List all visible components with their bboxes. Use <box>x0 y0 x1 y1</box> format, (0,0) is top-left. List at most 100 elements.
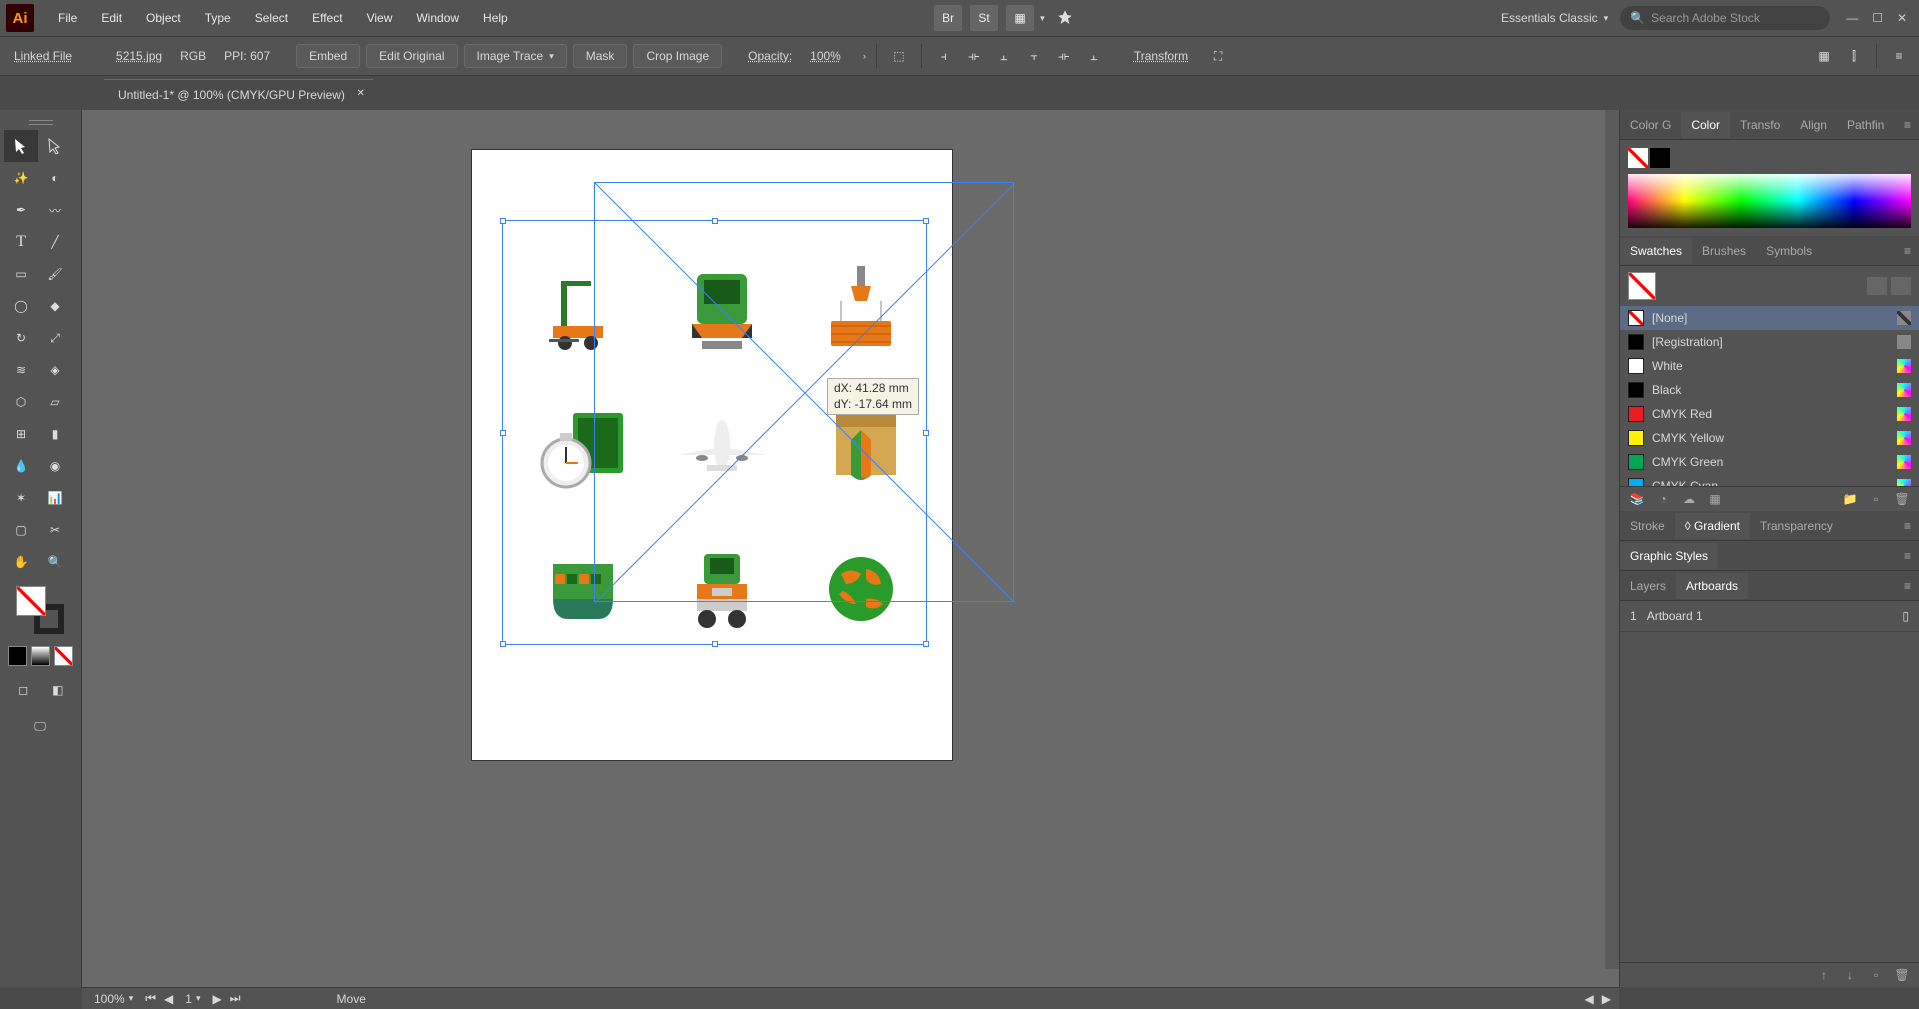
align-left-icon[interactable]: ⫞ <box>932 44 956 68</box>
shape-builder-tool[interactable]: ⬡ <box>4 386 38 418</box>
swatch-row[interactable]: CMYK Cyan <box>1620 474 1919 486</box>
tab-symbols[interactable]: Symbols <box>1756 238 1822 264</box>
transform-icon[interactable]: ⛶ <box>1206 44 1230 68</box>
fill-color-chip[interactable] <box>1628 148 1648 168</box>
swatch-row[interactable]: [None] <box>1620 306 1919 330</box>
menu-help[interactable]: Help <box>471 5 520 31</box>
blend-tool[interactable]: ◉ <box>38 450 72 482</box>
tab-align[interactable]: Align <box>1790 112 1837 138</box>
mask-button[interactable]: Mask <box>573 44 628 68</box>
tab-layers[interactable]: Layers <box>1620 573 1676 599</box>
align-bottom-icon[interactable]: ⫠ <box>1082 44 1106 68</box>
selection-tool[interactable] <box>4 130 38 162</box>
swatch-kind-icon[interactable]: ◔ <box>1654 491 1672 507</box>
screen-mode-icon[interactable]: 🖵 <box>4 710 76 742</box>
artboard-row[interactable]: 1 Artboard 1 ▯ <box>1620 601 1919 632</box>
chevron-right-icon[interactable]: › <box>863 51 866 61</box>
rotate-tool[interactable]: ↻ <box>4 322 38 354</box>
draw-behind-icon[interactable]: ◧ <box>43 674 74 706</box>
current-swatch[interactable] <box>1628 272 1656 300</box>
grid-icon[interactable]: ▦ <box>1812 44 1836 68</box>
minimize-button[interactable]: — <box>1846 11 1858 25</box>
linked-filename[interactable]: 5215.jpg <box>110 47 168 65</box>
width-tool[interactable]: ≋ <box>4 354 38 386</box>
new-swatch-icon[interactable]: ▫ <box>1867 491 1885 507</box>
align-right-icon[interactable]: ⫠ <box>992 44 1016 68</box>
menu-select[interactable]: Select <box>243 5 300 31</box>
menu-type[interactable]: Type <box>193 5 243 31</box>
menu-view[interactable]: View <box>355 5 405 31</box>
panel-menu-icon[interactable]: ≡ <box>1887 44 1911 68</box>
line-tool[interactable]: ╱ <box>38 226 72 258</box>
hscroll-left-icon[interactable]: ◀ <box>1585 992 1594 1006</box>
lasso-tool[interactable]: ◐ <box>38 162 72 194</box>
perspective-tool[interactable]: ▱ <box>38 386 72 418</box>
embed-button[interactable]: Embed <box>296 44 360 68</box>
tab-transparency[interactable]: Transparency <box>1750 513 1843 539</box>
tab-gradient[interactable]: ◊ Gradient <box>1675 513 1750 539</box>
menu-window[interactable]: Window <box>404 5 471 31</box>
menu-edit[interactable]: Edit <box>89 5 134 31</box>
zoom-tool[interactable]: 🔍 <box>38 546 72 578</box>
tab-swatches[interactable]: Swatches <box>1620 238 1692 264</box>
swatch-colorgroup-icon[interactable]: ▦ <box>1706 491 1724 507</box>
close-button[interactable]: ✕ <box>1897 11 1907 25</box>
tab-pathfinder[interactable]: Pathfin <box>1837 112 1894 138</box>
first-artboard-icon[interactable]: ⏮ <box>145 991 156 1006</box>
delete-swatch-icon[interactable]: 🗑 <box>1893 491 1911 507</box>
artboard-nav[interactable]: 1 ▾ <box>181 992 204 1006</box>
swatch-row[interactable]: Black <box>1620 378 1919 402</box>
swatch-row[interactable]: CMYK Red <box>1620 402 1919 426</box>
menu-file[interactable]: File <box>46 5 89 31</box>
new-artboard-icon[interactable]: ▫ <box>1867 967 1885 983</box>
transform-link[interactable]: Transform <box>1128 47 1194 65</box>
tab-transform[interactable]: Transfo <box>1730 112 1790 138</box>
artboard-down-icon[interactable]: ↓ <box>1841 967 1859 983</box>
edit-original-button[interactable]: Edit Original <box>366 44 457 68</box>
align-hcenter-icon[interactable]: ⟛ <box>962 44 986 68</box>
color-mode-none[interactable] <box>54 646 73 666</box>
panel-menu-icon[interactable]: ≡ <box>1896 549 1919 563</box>
type-tool[interactable]: T <box>4 226 38 258</box>
curvature-tool[interactable]: 〰 <box>38 194 72 226</box>
tab-color-guide[interactable]: Color G <box>1620 112 1681 138</box>
scale-tool[interactable]: ⤢ <box>38 322 72 354</box>
artboard-tool[interactable]: ▢ <box>4 514 38 546</box>
maximize-button[interactable]: ☐ <box>1872 11 1883 25</box>
panel-menu-icon[interactable]: ≡ <box>1896 579 1919 593</box>
tab-stroke[interactable]: Stroke <box>1620 513 1675 539</box>
panel-menu-icon[interactable]: ≡ <box>1896 519 1919 533</box>
gradient-tool[interactable]: ▮ <box>38 418 72 450</box>
color-mode-solid[interactable] <box>8 646 27 666</box>
rectangle-tool[interactable]: ▭ <box>4 258 38 290</box>
tab-graphic-styles[interactable]: Graphic Styles <box>1620 543 1718 569</box>
color-spectrum[interactable] <box>1628 174 1911 228</box>
swatch-grid-view-icon[interactable] <box>1891 277 1911 295</box>
symbol-sprayer-tool[interactable]: ✶ <box>4 482 38 514</box>
hand-tool[interactable]: ✋ <box>4 546 38 578</box>
snap-icon[interactable]: ⫿ <box>1842 44 1866 68</box>
last-artboard-icon[interactable]: ⏭ <box>230 991 241 1006</box>
toolbox-drag-handle[interactable] <box>4 118 77 126</box>
selection-bounds[interactable] <box>502 220 927 645</box>
prev-artboard-icon[interactable]: ◀ <box>164 992 173 1006</box>
new-colorgroup-icon[interactable]: 📁 <box>1841 491 1859 507</box>
eyedropper-tool[interactable]: 💧 <box>4 450 38 482</box>
next-artboard-icon[interactable]: ▶ <box>213 992 222 1006</box>
swatch-row[interactable]: CMYK Yellow <box>1620 426 1919 450</box>
opacity-value[interactable]: 100% <box>804 47 847 65</box>
delete-artboard-icon[interactable]: 🗑 <box>1893 967 1911 983</box>
mesh-tool[interactable]: ⊞ <box>4 418 38 450</box>
pen-tool[interactable]: ✒ <box>4 194 38 226</box>
selection-type-label[interactable]: Linked File <box>8 47 78 65</box>
stock-icon[interactable]: St <box>970 5 998 31</box>
artboard-up-icon[interactable]: ↑ <box>1815 967 1833 983</box>
canvas[interactable]: dX: 41.28 mm dY: -17.64 mm <box>82 110 1619 987</box>
swatch-list-view-icon[interactable] <box>1867 277 1887 295</box>
align-top-icon[interactable]: ⫟ <box>1022 44 1046 68</box>
tab-artboards[interactable]: Artboards <box>1676 573 1748 599</box>
chevron-down-icon[interactable]: ▾ <box>1040 13 1045 24</box>
swatch-row[interactable]: [Registration] <box>1620 330 1919 354</box>
zoom-level[interactable]: 100% ▾ <box>90 992 137 1006</box>
bridge-icon[interactable]: Br <box>934 5 962 31</box>
